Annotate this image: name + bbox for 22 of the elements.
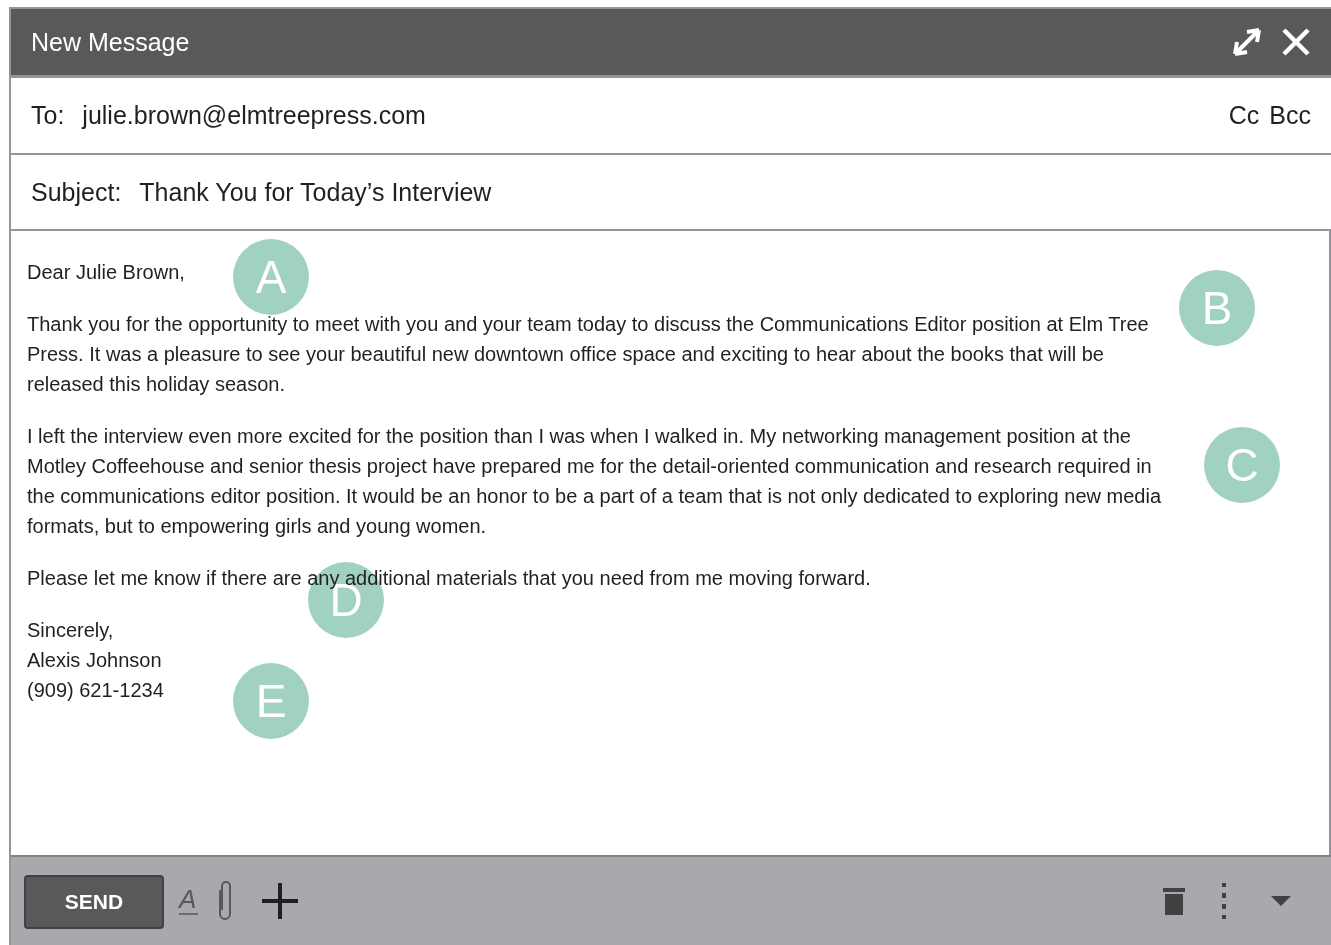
marker-badge: C (1204, 427, 1280, 503)
paragraph: Sincerely, Alexis Johnson (909) 621-1234 (27, 618, 164, 703)
to-label: To: (31, 101, 65, 130)
marker-badge: B (1179, 270, 1255, 346)
paragraph: Thank you for the opportunity to meet with you and your team today to discuss the Communications Editor position at Elm Tree Press. It was a pleasure to see your beautiful new downtown office space and exciting to hear about the books that will be released this holiday season. (27, 312, 1150, 397)
send-button[interactable]: SEND (24, 875, 164, 929)
close-icon[interactable] (1281, 27, 1311, 57)
subject-field[interactable]: Thank You for Today’s Interview (139, 177, 1311, 207)
plus-icon[interactable] (262, 883, 298, 919)
more-options-icon[interactable] (1221, 883, 1227, 919)
marker-badge: A (233, 239, 309, 315)
recipient-option-link[interactable]: Cc (1228, 101, 1260, 129)
paragraph: Dear Julie Brown, (27, 260, 185, 285)
marker-badge: E (233, 663, 309, 739)
window-title: New Message (31, 27, 191, 57)
paragraph: I left the interview even more excited for the position than I was when I walked in. My networking management position at the Motley Coffeehouse and senior thesis project have prepared me for the detail-oriented communication and research required in the communications editor position. It would be an honor to be a part of a team that is not only dedicated to exploring new media formats, but to empowering girls and young women. (27, 424, 1162, 539)
expand-icon[interactable] (1231, 26, 1263, 58)
trash-icon[interactable] (1163, 887, 1185, 915)
dropdown-icon[interactable] (1271, 896, 1291, 906)
recipient-option-link[interactable]: Bcc (1269, 101, 1311, 129)
recipient-field[interactable]: julie.brown@elmtreepress.com (82, 101, 1201, 130)
subject-label: Subject: (31, 177, 122, 207)
